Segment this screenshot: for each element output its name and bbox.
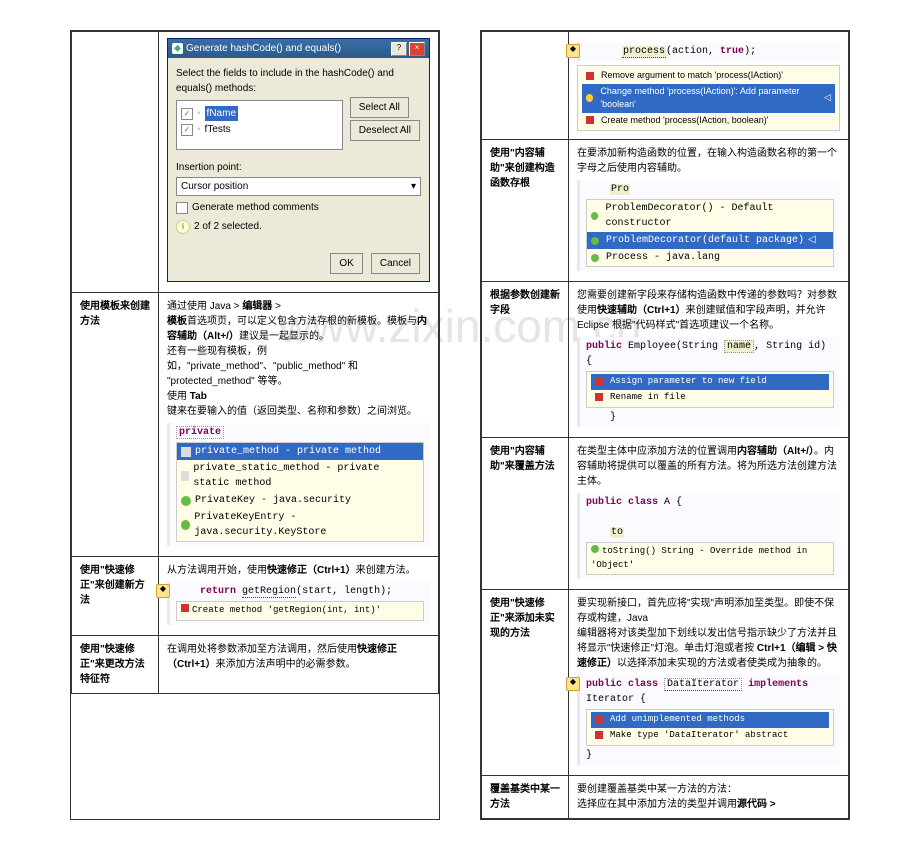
cancel-button[interactable]: Cancel bbox=[371, 253, 420, 274]
quickfix-menu: Add unimplemented methodsMake type 'Data… bbox=[586, 709, 834, 746]
quickfix-tip[interactable]: Create method 'getRegion(int, int)' bbox=[176, 601, 424, 621]
info-icon: i bbox=[176, 220, 190, 234]
dialog-instruction: Select the fields to include in the hash… bbox=[176, 66, 421, 96]
code-snippet: ◆ process(action, true); bbox=[577, 42, 840, 61]
row-label: 使用"快速修正"来添加未实现的方法 bbox=[482, 590, 569, 776]
chevron-down-icon: ▾ bbox=[411, 179, 416, 194]
help-icon[interactable]: ? bbox=[391, 42, 407, 56]
menu-item[interactable]: PrivateKey - java.security bbox=[177, 492, 423, 509]
menu-item[interactable]: private_method - private method bbox=[177, 443, 423, 460]
generate-dialog: ⬥Generate hashCode() and equals()?× Sele… bbox=[167, 38, 430, 282]
insertion-point-select[interactable]: Cursor position▾ bbox=[176, 177, 421, 196]
quickfix-icon[interactable]: ◆ bbox=[566, 44, 580, 58]
menu-item[interactable]: PrivateKeyEntry - java.security.KeyStore bbox=[177, 509, 423, 541]
ok-button[interactable]: OK bbox=[330, 253, 362, 274]
autocomplete-menu: private_method - private method private_… bbox=[176, 442, 424, 542]
row-label: 使用"快速修正"来更改方法特征符 bbox=[72, 635, 159, 693]
field-fname[interactable]: fName bbox=[205, 106, 238, 121]
code-snippet: ◆public class DataIterator implements It… bbox=[577, 675, 840, 765]
checkbox-icon[interactable]: ✓ bbox=[181, 124, 193, 136]
menu-item[interactable]: private_static_method - private static m… bbox=[177, 460, 423, 492]
menu-item[interactable]: Create method 'process(IAction, boolean)… bbox=[582, 113, 835, 129]
row-label: 使用"内容辅助"来创建构造函数存根 bbox=[482, 140, 569, 282]
field-list[interactable]: ✓◦fName ✓◦fTests bbox=[176, 100, 343, 150]
checkbox-icon[interactable]: ✓ bbox=[181, 108, 193, 120]
menu-item[interactable]: Change method 'process(IAction)': Add pa… bbox=[582, 84, 835, 113]
dialog-status: 2 of 2 selected. bbox=[194, 219, 262, 234]
row-label: 根据参数创建新字段 bbox=[482, 282, 569, 438]
generate-comments-label: Generate method comments bbox=[192, 200, 319, 215]
menu-item[interactable]: Remove argument to match 'process(IActio… bbox=[582, 68, 835, 84]
dialog-title: Generate hashCode() and equals() bbox=[186, 43, 341, 54]
deselect-all-button[interactable]: Deselect All bbox=[350, 120, 420, 141]
select-all-button[interactable]: Select All bbox=[350, 97, 409, 118]
row-label: 覆盖基类中某一方法 bbox=[482, 776, 569, 819]
menu-item[interactable]: Make type 'DataIterator' abstract bbox=[591, 728, 829, 744]
code-snippet: ◆ return getRegion(start, length); Creat… bbox=[167, 582, 430, 625]
menu-item[interactable]: ProblemDecorator() - Default constructor bbox=[587, 200, 833, 232]
quickfix-menu: Assign parameter to new fieldRename in f… bbox=[586, 371, 834, 408]
field-ftests[interactable]: fTests bbox=[205, 122, 231, 137]
checkbox-icon[interactable]: ✓ bbox=[176, 202, 188, 214]
menu-item[interactable]: Assign parameter to new field bbox=[591, 374, 829, 390]
row-label: 使用"快速修正"来创建新方法 bbox=[72, 557, 159, 636]
close-icon[interactable]: × bbox=[409, 42, 425, 56]
code-snippet: Pro ProblemDecorator() - Default constru… bbox=[577, 180, 840, 271]
insertion-label: Insertion point: bbox=[176, 160, 421, 175]
row-label: 使用模板来创建方法 bbox=[72, 293, 159, 557]
code-snippet: private private_method - private method … bbox=[167, 423, 430, 546]
code-snippet: public Employee(String name, String id) … bbox=[577, 337, 840, 427]
row-label: 使用"内容辅助"来覆盖方法 bbox=[482, 438, 569, 590]
menu-item[interactable]: Rename in file bbox=[591, 390, 829, 406]
menu-item[interactable]: Process - java.lang bbox=[587, 249, 833, 266]
menu-item[interactable]: ProblemDecorator(default package) ◁ bbox=[587, 232, 833, 249]
autocomplete-menu: ProblemDecorator() - Default constructor… bbox=[586, 199, 834, 267]
quickfix-icon[interactable]: ◆ bbox=[156, 584, 170, 598]
quickfix-menu: Remove argument to match 'process(IActio… bbox=[577, 65, 840, 131]
quickfix-tip[interactable]: toString() String - Override method in '… bbox=[586, 542, 834, 575]
code-snippet: public class A { to toString() String - … bbox=[577, 493, 840, 579]
menu-item[interactable]: Add unimplemented methods bbox=[591, 712, 829, 728]
dialog-titlebar: ⬥Generate hashCode() and equals()?× bbox=[168, 39, 429, 58]
quickfix-icon[interactable]: ◆ bbox=[566, 677, 580, 691]
